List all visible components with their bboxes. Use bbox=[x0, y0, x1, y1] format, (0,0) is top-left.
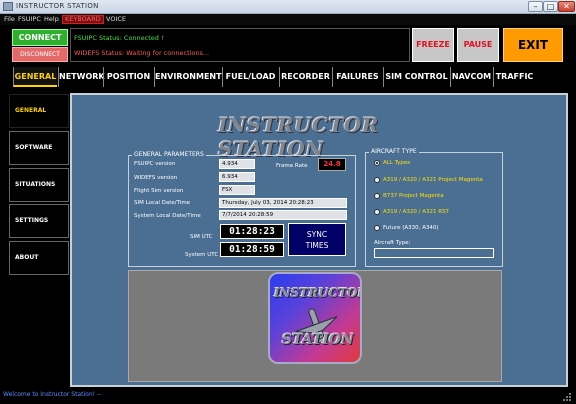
fsuipc-version-value: 4.934 bbox=[219, 159, 255, 169]
tab-fuel-load[interactable]: FUEL/LOAD bbox=[222, 67, 278, 87]
logo-word-station: STATION bbox=[282, 332, 354, 348]
fsuipc-version-label: FSUIPC version bbox=[134, 161, 176, 167]
tab-sim-control[interactable]: SIM CONTROL bbox=[383, 67, 449, 87]
sync-times-button[interactable]: SYNC TIMES bbox=[288, 223, 346, 256]
system-local-time-label: System Local Date/Time bbox=[134, 213, 201, 219]
sim-utc-value: 01:28:23 bbox=[220, 224, 284, 239]
aircraft-type-label: Aircraft Type: bbox=[374, 240, 411, 246]
sim-utc-label: SIM UTC bbox=[190, 234, 213, 240]
pause-button[interactable]: PAUSE bbox=[457, 28, 499, 62]
resize-grip-icon[interactable] bbox=[560, 392, 572, 402]
radio-all-types[interactable] bbox=[374, 160, 380, 166]
system-utc-value: 01:28:59 bbox=[220, 242, 284, 257]
flight-sim-version-value: FSX bbox=[219, 185, 255, 195]
tab-environment[interactable]: ENVIRONMENT bbox=[154, 67, 222, 87]
status-bar-text: Welcome to Instructor Station! -- bbox=[3, 391, 102, 398]
logo-word-instructor: INSTRUCTOR bbox=[274, 286, 362, 300]
aircraft-type-input[interactable] bbox=[374, 248, 494, 258]
minimize-button[interactable]: – bbox=[528, 1, 543, 12]
menu-voice[interactable]: VOICE bbox=[104, 15, 128, 24]
maximize-button[interactable]: □ bbox=[543, 1, 558, 12]
radio-future[interactable] bbox=[374, 225, 380, 231]
close-button[interactable]: ✕ bbox=[558, 1, 575, 12]
app-icon bbox=[3, 2, 13, 11]
tab-position[interactable]: POSITION bbox=[103, 67, 153, 87]
freeze-button[interactable]: FREEZE bbox=[412, 28, 454, 62]
window-title: INSTRUCTOR STATION bbox=[16, 2, 99, 10]
system-utc-label: System UTC bbox=[185, 252, 219, 258]
menu-fsuipc[interactable]: FSUIPC bbox=[16, 15, 43, 24]
instructor-station-logo: INSTRUCTOR STATION bbox=[268, 272, 362, 364]
radio-a319-rst-label[interactable]: A319 / A320 / A321 RST bbox=[383, 209, 449, 215]
radio-b737-pm[interactable] bbox=[374, 193, 380, 199]
tab-recorder[interactable]: RECORDER bbox=[279, 67, 331, 87]
widefs-version-value: 6.934 bbox=[219, 172, 255, 182]
aircraft-type-title: AIRCRAFT TYPE bbox=[369, 148, 419, 155]
tab-navcom[interactable]: NAVCOM bbox=[450, 67, 492, 87]
radio-b737-pm-label[interactable]: B737 Project Magenta bbox=[383, 193, 444, 199]
sidebar-item-situations[interactable]: SITUATIONS bbox=[9, 168, 69, 202]
menu-keyboard[interactable]: KEYBOARD bbox=[62, 15, 104, 24]
widefs-version-label: WIDEFS version bbox=[134, 175, 178, 181]
sidebar-item-general[interactable]: GENERAL bbox=[9, 94, 69, 128]
radio-a319-pm-label[interactable]: A319 / A320 / A321 Project Magenta bbox=[383, 177, 483, 183]
flight-sim-version-label: Flight Sim version bbox=[134, 188, 184, 194]
tab-network[interactable]: NETWORK bbox=[58, 67, 105, 87]
sidebar-item-about[interactable]: ABOUT bbox=[9, 241, 69, 275]
radio-future-label[interactable]: Future (A330, A340) bbox=[383, 225, 439, 231]
tab-general[interactable]: GENERAL bbox=[13, 67, 57, 87]
frame-rate-label: Frame Rate bbox=[276, 163, 308, 169]
radio-a319-rst[interactable] bbox=[374, 209, 380, 215]
connect-button[interactable]: CONNECT bbox=[12, 29, 68, 46]
sidebar-item-settings[interactable]: SETTINGS bbox=[9, 204, 69, 238]
menu-file[interactable]: File bbox=[2, 15, 17, 24]
page-title-logo: INSTRUCTOR STATION bbox=[218, 113, 379, 161]
system-local-time-value: 7/7/2014 20:28:59 bbox=[219, 210, 347, 220]
tab-failures[interactable]: FAILURES bbox=[332, 67, 382, 87]
connection-status-box: FSUIPC Status: Connected ! WIDEFS Status… bbox=[70, 28, 410, 62]
menu-bar: File FSUIPC Help KEYBOARD VOICE bbox=[0, 14, 576, 25]
sim-local-time-value: Thursday, July 03, 2014 20:28:23 bbox=[219, 198, 347, 208]
widefs-status: WIDEFS Status: Waiting for connections..… bbox=[74, 49, 210, 57]
exit-button[interactable]: EXIT bbox=[503, 28, 563, 62]
tab-traffic[interactable]: TRAFFIC bbox=[493, 67, 535, 87]
sim-local-time-label: SIM Local Date/Time bbox=[134, 200, 191, 206]
radio-all-types-label[interactable]: ALL Types bbox=[383, 160, 410, 166]
frame-rate-value: 24.8 bbox=[318, 158, 346, 171]
disconnect-button[interactable]: DISCONNECT bbox=[12, 47, 68, 62]
general-parameters-title: GENERAL PARAMETERS bbox=[132, 151, 206, 158]
radio-a319-pm[interactable] bbox=[374, 177, 380, 183]
title-bar: INSTRUCTOR STATION – □ ✕ bbox=[0, 0, 576, 14]
sidebar-item-software[interactable]: SOFTWARE bbox=[9, 131, 69, 165]
menu-help[interactable]: Help bbox=[42, 15, 61, 24]
fsuipc-status: FSUIPC Status: Connected ! bbox=[74, 34, 164, 42]
